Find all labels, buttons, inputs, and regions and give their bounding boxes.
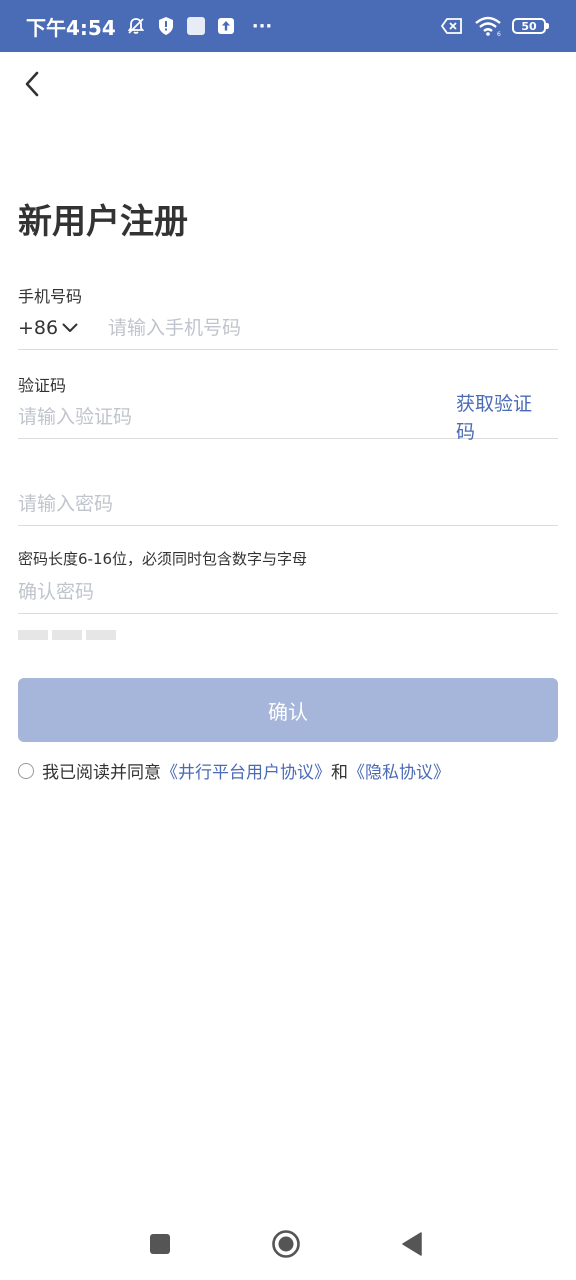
circle-icon <box>272 1230 300 1258</box>
agreement-row: 我已阅读并同意 《井行平台用户协议》 和 《隐私协议》 <box>18 758 450 783</box>
status-left: 下午4:54 ··· <box>26 12 272 40</box>
password-input[interactable] <box>18 488 558 519</box>
password-row <box>18 482 558 526</box>
code-input[interactable] <box>18 401 438 432</box>
status-bar: 下午4:54 ··· 6 50 <box>0 0 576 52</box>
agreement-radio[interactable] <box>18 762 34 779</box>
code-label: 验证码 <box>18 376 67 395</box>
get-code-button[interactable]: 获取验证码 <box>456 390 548 446</box>
agreement-prefix: 我已阅读并同意 <box>42 763 161 783</box>
country-code-value: +86 <box>18 316 59 339</box>
recent-apps-button[interactable] <box>142 1226 178 1262</box>
privacy-link[interactable]: 《隐私协议》 <box>348 758 450 783</box>
system-nav-bar <box>0 1210 576 1280</box>
shield-icon <box>156 16 176 36</box>
more-icon: ··· <box>251 15 273 37</box>
phone-row: +86 <box>18 306 558 350</box>
app-square-icon <box>186 16 206 36</box>
nav-back-button[interactable] <box>394 1226 430 1262</box>
confirm-password-input[interactable] <box>18 576 558 607</box>
terms-link[interactable]: 《井行平台用户协议》 <box>161 758 331 783</box>
upload-icon <box>216 16 236 36</box>
no-sim-icon <box>440 16 464 36</box>
wifi-icon: 6 <box>474 16 502 36</box>
confirm-password-row <box>18 570 558 614</box>
country-code-selector[interactable]: +86 <box>18 317 108 339</box>
phone-input[interactable] <box>108 312 558 343</box>
chevron-left-icon <box>25 71 39 97</box>
agreement-conjunction: 和 <box>331 763 348 783</box>
strength-segment <box>86 630 116 640</box>
page-title: 新用户注册 <box>18 202 188 242</box>
confirm-button[interactable]: 确认 <box>18 678 558 742</box>
back-button[interactable] <box>14 66 50 102</box>
password-strength-meter <box>18 630 116 640</box>
bell-off-icon <box>126 16 146 36</box>
status-right: 6 50 <box>440 12 549 40</box>
home-button[interactable] <box>268 1226 304 1262</box>
password-hint: 密码长度6-16位，必须同时包含数字与字母 <box>18 550 308 568</box>
status-time: 下午4:54 <box>26 15 116 40</box>
strength-segment <box>18 630 48 640</box>
square-icon <box>150 1234 170 1254</box>
strength-segment <box>52 630 82 640</box>
triangle-back-icon <box>402 1232 422 1256</box>
chevron-down-icon <box>62 323 78 332</box>
battery-icon: 50 <box>512 18 549 34</box>
svg-text:6: 6 <box>497 31 501 36</box>
phone-label: 手机号码 <box>18 287 83 306</box>
